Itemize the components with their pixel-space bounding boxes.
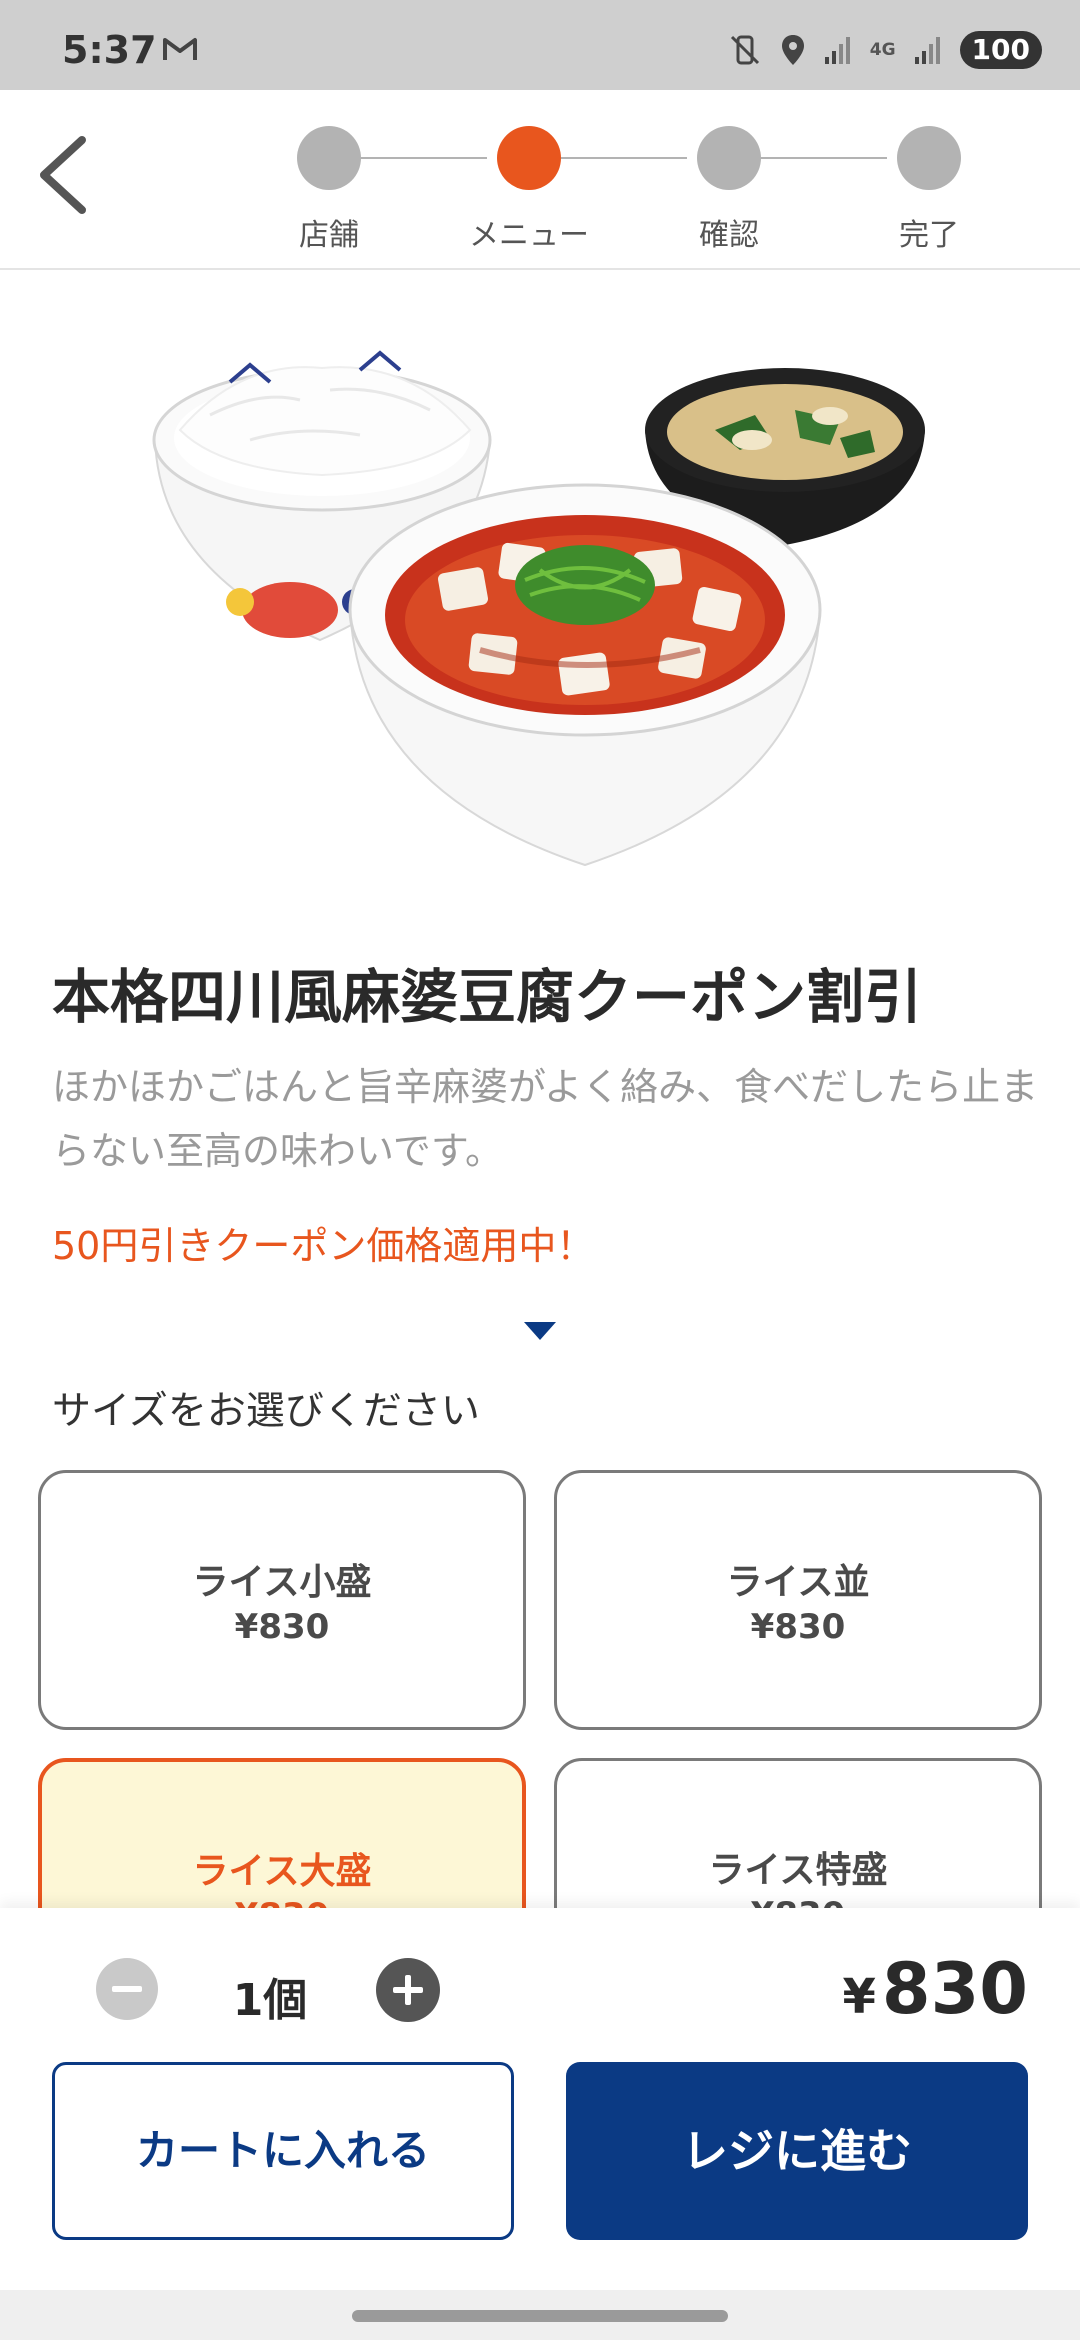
coupon-note: 50円引きクーポン価格適用中！ xyxy=(52,1224,595,1268)
product-title: 本格四川風麻婆豆腐クーポン割引 xyxy=(52,963,923,1031)
size-name: ライス特盛 xyxy=(708,1850,888,1891)
step-label: メニュー xyxy=(469,218,589,253)
size-prompt: サイズをお選びください xyxy=(52,1389,480,1434)
status-time: 5:37 xyxy=(62,28,157,72)
system-nav-bar xyxy=(0,2290,1080,2340)
quantity-value: 1個 xyxy=(232,1975,308,2026)
mute-vibrate-icon xyxy=(730,35,759,65)
step-dot xyxy=(297,126,361,190)
step-dot xyxy=(897,126,961,190)
signal-icon xyxy=(824,37,850,64)
size-price: ¥830 xyxy=(750,1607,846,1647)
checkout-button[interactable]: レジに進む xyxy=(566,2062,1028,2240)
order-stepper-header: 店舗 メニュー 確認 完了 xyxy=(0,90,1080,270)
step-store: 店舗 xyxy=(269,126,389,254)
order-panel: 1個 ¥830 カートに入れる レジに進む xyxy=(0,1908,1080,2290)
quantity-increase-button[interactable] xyxy=(376,1958,440,2022)
step-label: 完了 xyxy=(899,218,959,253)
yen-symbol: ¥ xyxy=(842,1969,876,2025)
back-icon[interactable] xyxy=(30,130,100,220)
step-label: 確認 xyxy=(699,218,759,253)
home-indicator[interactable] xyxy=(352,2310,728,2322)
step-confirm: 確認 xyxy=(669,126,789,254)
size-option-regular[interactable]: ライス並 ¥830 xyxy=(554,1470,1042,1730)
caret-down-icon xyxy=(524,1322,556,1340)
step-complete: 完了 xyxy=(869,126,989,254)
mapo-tofu-image xyxy=(348,483,822,867)
step-dot xyxy=(497,126,561,190)
location-icon xyxy=(781,35,804,65)
step-menu: メニュー xyxy=(469,126,589,254)
step-dot xyxy=(697,126,761,190)
total-amount: 830 xyxy=(881,1948,1028,2030)
step-label: 店舗 xyxy=(299,218,359,253)
size-name: ライス並 xyxy=(726,1562,870,1603)
size-price: ¥830 xyxy=(234,1607,330,1647)
battery-icon: 100 xyxy=(959,31,1042,69)
total-price: ¥830 xyxy=(842,1948,1028,2030)
product-description: ほかほかごはんと旨辛麻婆がよく絡み、食べだしたら止まらない至高の味わいです。 xyxy=(52,1065,1039,1173)
size-name: ライス小盛 xyxy=(192,1562,372,1603)
product-image xyxy=(152,350,925,867)
quantity-decrease-button[interactable] xyxy=(96,1958,158,2020)
gmail-icon xyxy=(163,38,197,60)
signal-icon xyxy=(914,37,940,64)
network-type: 4G xyxy=(869,40,896,60)
size-option-small[interactable]: ライス小盛 ¥830 xyxy=(38,1470,526,1730)
status-icons: 4G 100 xyxy=(728,30,1042,70)
add-to-cart-button[interactable]: カートに入れる xyxy=(52,2062,514,2240)
size-name: ライス大盛 xyxy=(192,1851,372,1892)
status-bar: 5:37 4G 100 xyxy=(0,0,1080,90)
